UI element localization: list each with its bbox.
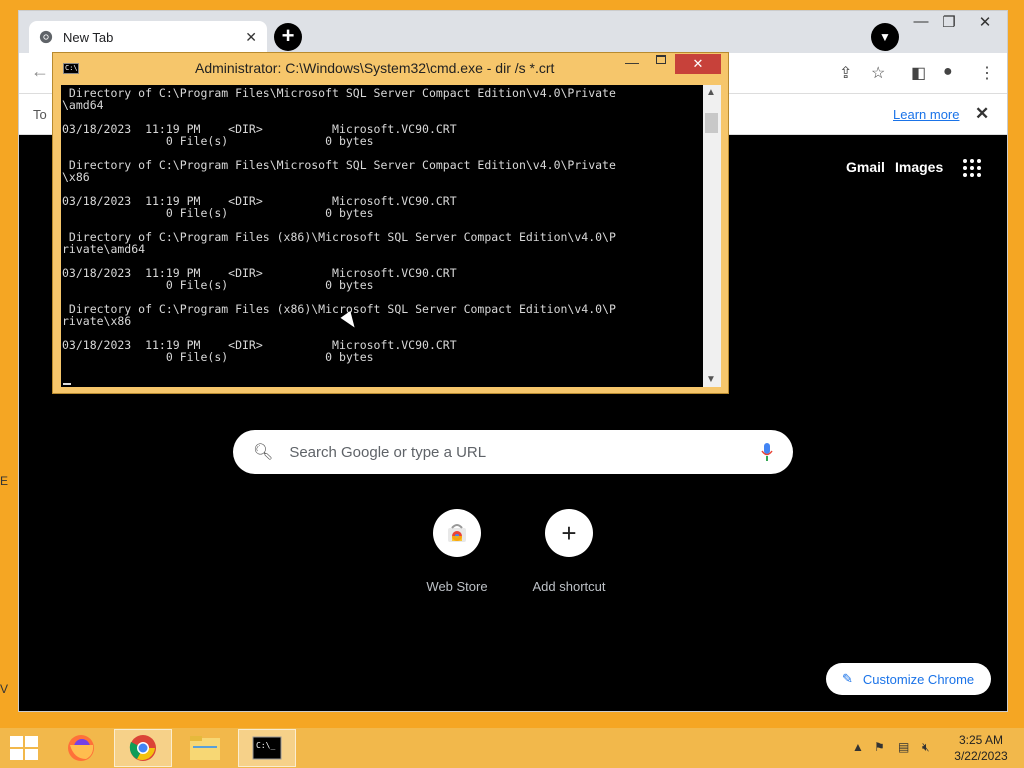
taskbar-firefox[interactable] [52,729,110,767]
cmd-scrollbar[interactable]: ▲ ▼ [703,85,721,387]
chrome-icon [39,30,53,44]
microphone-icon[interactable] [761,443,773,461]
firefox-icon [68,735,94,761]
profile-icon[interactable]: ● [943,63,953,81]
taskbar: C:\_ ▲ ⚑ ▤ 🔇︎ 3:25 AM 3/22/2023 [0,728,1024,768]
tab-new-tab[interactable]: New Tab ✕ [29,21,267,53]
cmd-title: Administrator: C:\Windows\System32\cmd.e… [195,60,555,76]
tab-search-button[interactable]: ▼ [871,23,899,51]
close-tab-icon[interactable]: ✕ [245,29,257,46]
cmd-line: 0 File(s) 0 bytes [62,206,374,220]
cmd-line: Directory of C:\Program Files\Microsoft … [62,158,616,172]
search-box[interactable]: 🔍︎ Search Google or type a URL [233,430,793,474]
cmd-icon: C:\ [63,63,79,74]
cmd-line: Directory of C:\Program Files (x86)\Micr… [62,230,616,244]
cmd-line: 0 File(s) 0 bytes [62,350,374,364]
svg-text:C:\_: C:\_ [256,741,275,750]
gmail-link[interactable]: Gmail [846,159,885,175]
minimize-button[interactable]: — [907,13,935,30]
pencil-icon: ✎ [842,671,853,686]
cmd-line: rivate\amd64 [62,242,146,256]
text-cursor [63,383,71,385]
share-icon[interactable]: ⇪ [839,63,852,83]
cmd-title-bar[interactable]: C:\ Administrator: C:\Windows\System32\c… [53,53,728,83]
info-bar-text: To [33,107,47,122]
taskbar-chrome[interactable] [114,729,172,767]
action-center-flag-icon[interactable]: ⚑ [874,740,885,754]
chrome-icon [129,735,156,761]
google-apps-icon[interactable] [963,159,981,177]
cmd-window: C:\ Administrator: C:\Windows\System32\c… [52,52,729,394]
network-icon[interactable]: ▤ [898,740,909,754]
cmd-icon: C:\_ [252,736,282,760]
search-placeholder: Search Google or type a URL [289,443,487,461]
web-store-icon [433,509,481,557]
desktop-edge-letter: V [0,682,9,696]
shortcut-label: Web Store [426,579,488,594]
folder-icon [190,736,220,760]
cmd-maximize-button[interactable] [656,55,666,64]
scroll-down-icon[interactable]: ▼ [706,374,716,385]
maximize-button[interactable]: ❐ [935,13,963,31]
plus-icon: + [545,509,593,557]
new-tab-button[interactable]: + [274,23,302,51]
cmd-console[interactable]: Directory of C:\Program Files\Microsoft … [61,85,721,387]
images-link[interactable]: Images [895,159,943,175]
scroll-up-icon[interactable]: ▲ [706,87,716,98]
tab-strip: New Tab ✕ + ▼ — ❐ ✕ [19,11,1007,53]
cmd-line: 0 File(s) 0 bytes [62,278,374,292]
cmd-line: \amd64 [62,98,104,112]
customize-label: Customize Chrome [862,671,975,687]
add-shortcut-button[interactable]: + Add shortcut [519,509,619,594]
cmd-line: Directory of C:\Program Files (x86)\Micr… [62,302,616,316]
shortcut-web-store[interactable]: Web Store [407,509,507,594]
customize-chrome-button[interactable]: ✎ Customize Chrome [826,663,991,695]
show-hidden-icons[interactable]: ▲ [852,740,864,754]
desktop-edge-letter: E [0,474,9,488]
back-icon[interactable]: ← [31,61,49,82]
clock-time: 3:25 AM [958,733,1004,747]
tab-title: New Tab [63,29,114,45]
cmd-close-button[interactable]: ✕ [675,54,721,74]
taskbar-cmd[interactable]: C:\_ [238,729,296,767]
shortcut-label: Add shortcut [532,579,606,594]
cmd-line: \x86 [62,170,90,184]
scroll-thumb[interactable] [705,113,718,133]
bookmark-star-icon[interactable]: ☆ [871,63,885,83]
clock-date: 3/22/2023 [954,749,1008,763]
learn-more-link[interactable]: Learn more [893,107,959,122]
menu-kebab-icon[interactable]: ⋮ [979,63,995,83]
windows-start-icon[interactable] [10,736,38,760]
side-panel-icon[interactable]: ◧ [911,63,926,83]
cmd-line: Directory of C:\Program Files\Microsoft … [62,86,616,100]
cmd-output: Directory of C:\Program Files\Microsoft … [62,87,702,363]
close-infobar-icon[interactable]: ✕ [975,104,989,124]
cmd-line: 0 File(s) 0 bytes [62,134,374,148]
close-window-button[interactable]: ✕ [971,13,999,31]
cmd-minimize-button[interactable]: — [625,54,639,70]
system-clock[interactable]: 3:25 AM 3/22/2023 [946,732,1016,764]
taskbar-file-explorer[interactable] [176,729,234,767]
cmd-line: rivate\x86 [62,314,132,328]
volume-muted-icon[interactable]: 🔇︎ [922,740,930,755]
search-icon: 🔍︎ [253,444,274,461]
